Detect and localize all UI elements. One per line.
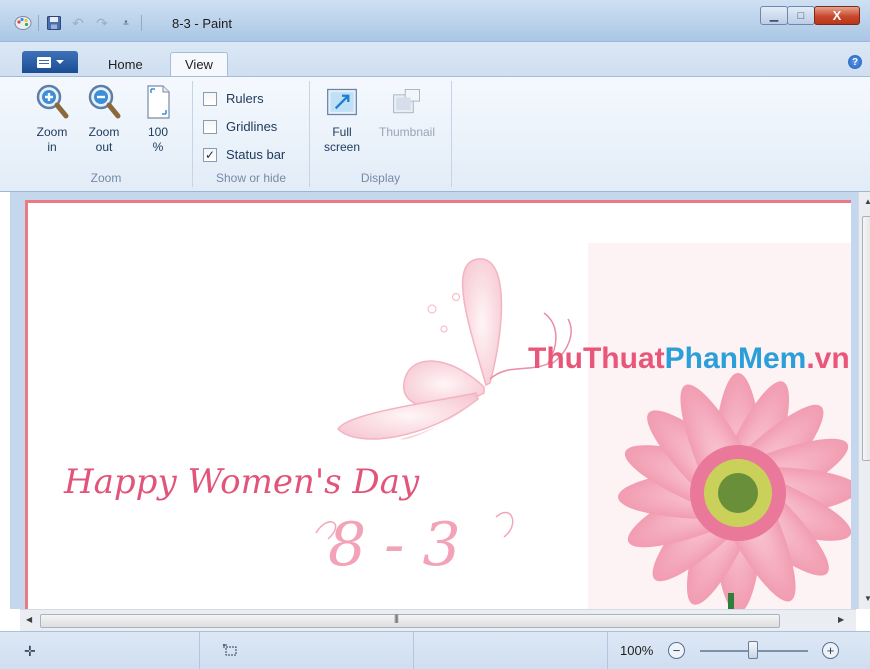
window-title: 8-3 - Paint [172, 16, 232, 31]
maximize-button[interactable]: □ [787, 6, 815, 25]
zoom-100-label-2: % [152, 140, 164, 154]
watermark-text: ThuThuatPhanMem.vn [528, 342, 850, 375]
zoom-out-label-1: Zoom [88, 125, 120, 139]
thumbnail-button[interactable]: Thumbnail [370, 83, 444, 140]
scroll-left-icon[interactable]: ◀ [26, 615, 32, 624]
thumbnail-icon [390, 83, 424, 121]
help-icon[interactable]: ? [848, 55, 862, 69]
scroll-up-icon[interactable]: ▲ [864, 197, 870, 206]
rulers-label: Rulers [226, 91, 264, 106]
scroll-grip-icon: ||| [394, 613, 399, 623]
zoom-group-label: Zoom [90, 171, 122, 185]
zoom-out-icon [87, 83, 121, 121]
customize-toolbar-icon[interactable]: ⩡ [117, 14, 135, 32]
horizontal-scroll-thumb[interactable] [40, 614, 780, 628]
zoom-in-button[interactable]: Zoom in [30, 83, 74, 155]
selection-size-icon [222, 643, 238, 660]
watermark-phan: PhanMem [665, 342, 807, 375]
window-controls: ▁ □ X [760, 6, 860, 25]
status-bar: ✛ 100% − + [0, 631, 870, 669]
zoom-level-text: 100% [620, 643, 654, 658]
gridlines-label: Gridlines [226, 119, 278, 134]
ribbon-view: Zoom in Zoom out 100 % Zoom Rulers Gridl… [0, 76, 870, 192]
thumbnail-label: Thumbnail [378, 125, 436, 139]
status-bar-label: Status bar [226, 147, 286, 162]
womens-day-artwork: ThuThuatPhanMem.vn Happy Women's Day 8-3 [63, 243, 851, 609]
full-screen-button[interactable]: Full screen [316, 83, 368, 155]
toolbar-separator [141, 15, 142, 31]
date-text: 8-3 [328, 510, 479, 580]
image-canvas[interactable]: ThuThuatPhanMem.vn Happy Women's Day 8-3 [25, 200, 851, 609]
file-size-cell [414, 632, 608, 669]
tab-home[interactable]: Home [94, 53, 157, 76]
full-screen-label-2: screen [323, 140, 361, 154]
undo-icon[interactable]: ↶ [69, 14, 87, 32]
zoom-group: Zoom in Zoom out 100 % Zoom [20, 81, 193, 187]
checkmark-icon: ✓ [204, 147, 216, 162]
zoom-in-status-button[interactable]: + [822, 642, 839, 659]
zoom-out-button[interactable]: Zoom out [82, 83, 126, 155]
horizontal-scrollbar[interactable]: ◀ ||| ▶ [20, 609, 856, 631]
rulers-checkbox[interactable] [203, 91, 217, 106]
greeting-text: Happy Women's Day [63, 462, 420, 502]
menu-document-icon [36, 56, 51, 68]
zoom-100-button[interactable]: 100 % [136, 83, 180, 155]
quick-access-toolbar: ↶ ↷ ⩡ [14, 14, 142, 32]
redo-icon[interactable]: ↷ [93, 14, 111, 32]
zoom-in-label-1: Zoom [36, 125, 68, 139]
status-bar-checkbox[interactable]: ✓ [203, 147, 217, 162]
zoom-slider-thumb[interactable] [748, 641, 758, 659]
ribbon-tabs: Home View ? [0, 42, 870, 76]
vertical-scrollbar[interactable]: ▲ ▼ [858, 192, 870, 609]
zoom-out-status-button[interactable]: − [668, 642, 685, 659]
save-icon[interactable] [45, 14, 63, 32]
rulers-checkbox-row[interactable]: Rulers [203, 91, 264, 106]
cursor-position-cell: ✛ [0, 632, 200, 669]
zoom-in-icon [35, 83, 69, 121]
full-screen-label-1: Full [332, 125, 352, 139]
zoom-in-label-2: in [47, 140, 57, 154]
tab-view[interactable]: View [170, 52, 228, 76]
chevron-down-icon [55, 60, 64, 64]
close-button[interactable]: X [814, 6, 860, 25]
zoom-out-label-2: out [95, 140, 113, 154]
watermark-thu: ThuThuat [528, 342, 665, 375]
page-100-icon [141, 83, 175, 121]
show-or-hide-group-label: Show or hide [215, 171, 287, 185]
minimize-button[interactable]: ▁ [760, 6, 788, 25]
full-screen-icon [325, 83, 359, 121]
status-bar-checkbox-row[interactable]: ✓ Status bar [203, 147, 285, 162]
selection-size-cell [200, 632, 414, 669]
display-group-label: Display [360, 171, 401, 185]
title-bar: ↶ ↷ ⩡ 8-3 - Paint ▁ □ X [0, 0, 870, 42]
application-menu-button[interactable] [22, 51, 78, 73]
zoom-100-label-1: 100 [147, 125, 169, 139]
scroll-down-icon[interactable]: ▼ [864, 594, 870, 603]
watermark-tld: .vn [806, 342, 849, 375]
paint-app-icon[interactable] [14, 14, 32, 32]
toolbar-separator [38, 15, 39, 31]
scroll-right-icon[interactable]: ▶ [838, 615, 844, 624]
show-or-hide-group: Rulers Gridlines ✓ Status bar Show or hi… [193, 81, 310, 187]
vertical-scroll-thumb[interactable] [862, 216, 870, 461]
gridlines-checkbox[interactable] [203, 119, 217, 134]
gridlines-checkbox-row[interactable]: Gridlines [203, 119, 277, 134]
cursor-position-icon: ✛ [24, 642, 36, 659]
display-group: Full screen Thumbnail Display [310, 81, 452, 187]
canvas-workspace: ThuThuatPhanMem.vn Happy Women's Day 8-3… [10, 192, 870, 609]
